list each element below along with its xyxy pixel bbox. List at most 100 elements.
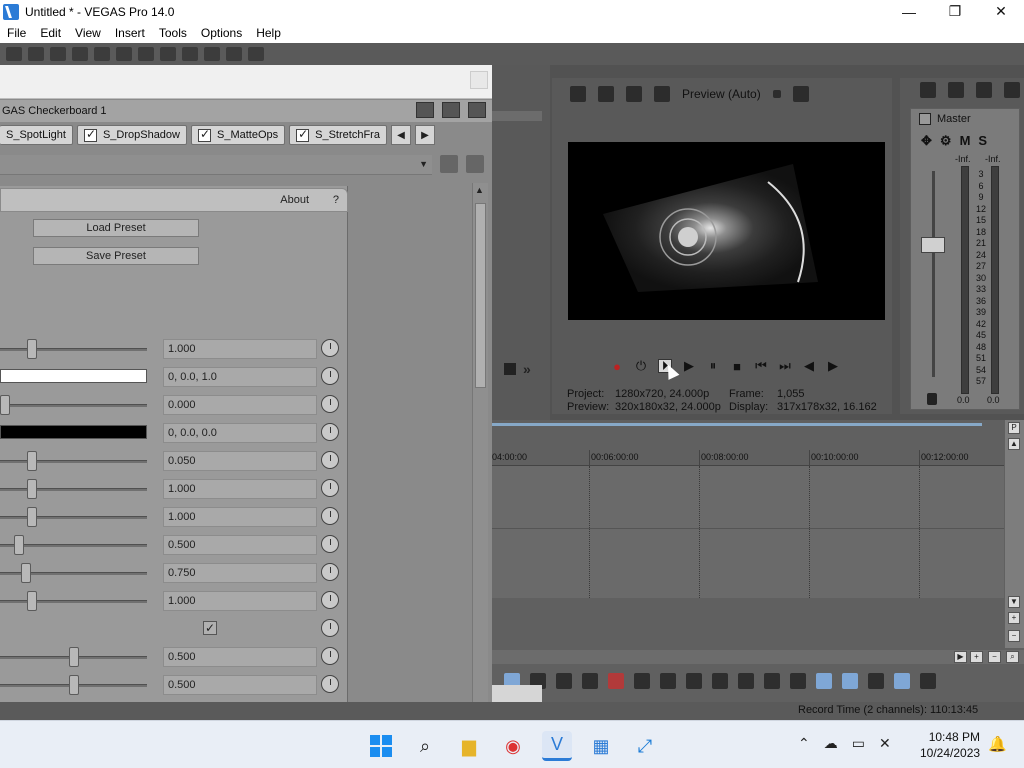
menu-file[interactable]: File <box>0 26 33 40</box>
menu-edit[interactable]: Edit <box>33 26 68 40</box>
color-value-field[interactable]: 0, 0.0, 1.0 <box>163 367 317 387</box>
fx-tab-dropshadow[interactable]: S_DropShadow <box>76 125 187 145</box>
menu-tools[interactable]: Tools <box>152 26 194 40</box>
lock-envelopes-icon[interactable] <box>894 673 910 689</box>
scroll-up-icon[interactable]: ▲ <box>1008 438 1020 450</box>
downmix-icon[interactable] <box>948 82 964 98</box>
pause-icon[interactable]: ⏸ <box>706 358 720 373</box>
menu-options[interactable]: Options <box>194 26 249 40</box>
track-area[interactable] <box>492 466 1004 598</box>
param-value-field[interactable]: 1.000 <box>163 479 317 499</box>
cut-icon[interactable] <box>116 47 132 61</box>
new-project-icon[interactable] <box>6 47 22 61</box>
move-icon[interactable] <box>626 86 642 102</box>
menu-insert[interactable]: Insert <box>108 26 152 40</box>
save-preset-button[interactable]: Save Preset <box>33 247 199 265</box>
tab-next-button[interactable]: ▶ <box>414 125 435 145</box>
param-value-field[interactable]: 1.000 <box>163 339 317 359</box>
time-ruler[interactable]: 04:00:00 00:06:00:00 00:08:00:00 00:10:0… <box>492 450 1004 466</box>
insert-region-icon[interactable] <box>790 673 806 689</box>
delete-preset-icon[interactable] <box>466 155 484 173</box>
param-value-field[interactable]: 0.000 <box>163 395 317 415</box>
load-preset-button[interactable]: Load Preset <box>33 219 199 237</box>
selection-tool-icon[interactable] <box>556 673 572 689</box>
onedrive-icon[interactable]: ☁ <box>824 735 838 752</box>
go-to-end-icon[interactable]: ⏭ <box>778 358 792 373</box>
animate-keyframe-icon[interactable] <box>321 367 339 385</box>
master-volume-fader[interactable] <box>921 237 945 253</box>
copy-icon[interactable] <box>138 47 154 61</box>
trim-end-icon[interactable] <box>686 673 702 689</box>
delete-icon[interactable] <box>608 673 624 689</box>
param-value-field[interactable]: 0.500 <box>163 647 317 667</box>
system-clock[interactable]: 10:48 PM 10/24/2023 <box>920 729 980 761</box>
scroll-right-icon[interactable]: ▶ <box>954 651 967 663</box>
more-icon[interactable]: » <box>523 361 531 377</box>
overlays-grid-icon[interactable] <box>792 86 809 102</box>
go-to-start-icon[interactable]: ⏮ <box>754 358 768 373</box>
fx-tab-matteops[interactable]: S_MatteOps <box>191 125 286 145</box>
lock-icon[interactable] <box>927 393 937 405</box>
param-value-field[interactable]: 1.000 <box>163 507 317 527</box>
mute-button[interactable]: M <box>960 133 971 149</box>
loop-region-bar[interactable] <box>492 423 982 426</box>
lock-icon[interactable] <box>738 673 754 689</box>
zoom-in-icon[interactable]: + <box>1008 612 1020 624</box>
master-fx-icon[interactable] <box>919 113 931 125</box>
ignore-grouping-icon[interactable] <box>920 673 936 689</box>
slider-thumb[interactable] <box>69 675 79 695</box>
snapping-icon[interactable] <box>816 673 832 689</box>
animate-keyframe-icon[interactable] <box>321 479 339 497</box>
tab-prev-button[interactable]: ◀ <box>390 125 411 145</box>
help-button[interactable]: ? <box>333 194 339 206</box>
animate-keyframe-icon[interactable] <box>321 507 339 525</box>
maximize-button[interactable]: ❐ <box>932 0 978 23</box>
slider-thumb[interactable] <box>69 647 79 667</box>
slider-thumb[interactable] <box>27 507 37 527</box>
list-view-icon[interactable] <box>416 102 434 118</box>
chevron-down-icon[interactable] <box>772 90 781 98</box>
zoom-out-icon[interactable]: − <box>1008 630 1020 642</box>
prev-frame-icon[interactable]: ◀ <box>802 358 816 373</box>
save-preset-icon[interactable] <box>440 155 458 173</box>
stop-icon[interactable]: ■ <box>730 359 744 374</box>
timeline-vertical-scrollbar[interactable]: P ▲ ▼ + − <box>1005 420 1024 648</box>
fx-enable-checkbox[interactable] <box>83 127 97 142</box>
animate-keyframe-icon[interactable] <box>321 451 339 469</box>
split-screen-icon[interactable] <box>654 86 670 102</box>
auto-ripple-icon[interactable] <box>842 673 858 689</box>
play-icon[interactable]: ▶ <box>682 358 696 373</box>
dim-output-icon[interactable] <box>976 82 992 98</box>
param-value-field[interactable]: 0.750 <box>163 563 317 583</box>
mixer-icon[interactable] <box>1004 82 1020 98</box>
animate-keyframe-icon[interactable] <box>321 535 339 553</box>
param-value-field[interactable]: 0.050 <box>163 451 317 471</box>
help-icon[interactable] <box>248 47 264 61</box>
zoom-in-h-icon[interactable]: + <box>970 651 983 663</box>
grid-view-icon[interactable] <box>468 102 486 118</box>
animate-keyframe-icon[interactable] <box>321 647 339 665</box>
move-icon[interactable]: ✥ <box>921 133 932 149</box>
redo-icon[interactable] <box>204 47 220 61</box>
animate-keyframe-icon[interactable] <box>321 591 339 609</box>
next-frame-icon[interactable]: ▶ <box>826 358 840 373</box>
timeline-horizontal-scrollbar[interactable]: ▶ + − ⌕ <box>492 650 1024 664</box>
open-icon[interactable] <box>28 47 44 61</box>
loop-icon[interactable]: ⏻ <box>634 358 648 373</box>
minimize-button[interactable]: — <box>886 0 932 23</box>
scroll-down-icon[interactable]: ▼ <box>1008 596 1020 608</box>
microsoft-store-icon[interactable]: ▦ <box>586 731 616 761</box>
video-frame[interactable] <box>568 142 885 320</box>
animate-keyframe-icon[interactable] <box>321 423 339 441</box>
fx-enable-checkbox[interactable] <box>198 127 211 142</box>
crossfade-icon[interactable] <box>868 673 884 689</box>
fx-tab-stretchframe[interactable]: S_StretchFra <box>289 125 387 145</box>
fx-tab-spotlight[interactable]: S_SpotLight <box>0 125 73 145</box>
about-button[interactable]: About <box>280 194 309 206</box>
save-as-icon[interactable] <box>72 47 88 61</box>
paste-icon[interactable] <box>160 47 176 61</box>
gear-icon[interactable] <box>570 86 586 102</box>
snipping-tool-icon[interactable]: ⤢ <box>630 731 660 761</box>
param-value-field[interactable]: 1.000 <box>163 591 317 611</box>
dialog-vertical-scrollbar[interactable]: ▲ ▼ <box>472 183 488 720</box>
